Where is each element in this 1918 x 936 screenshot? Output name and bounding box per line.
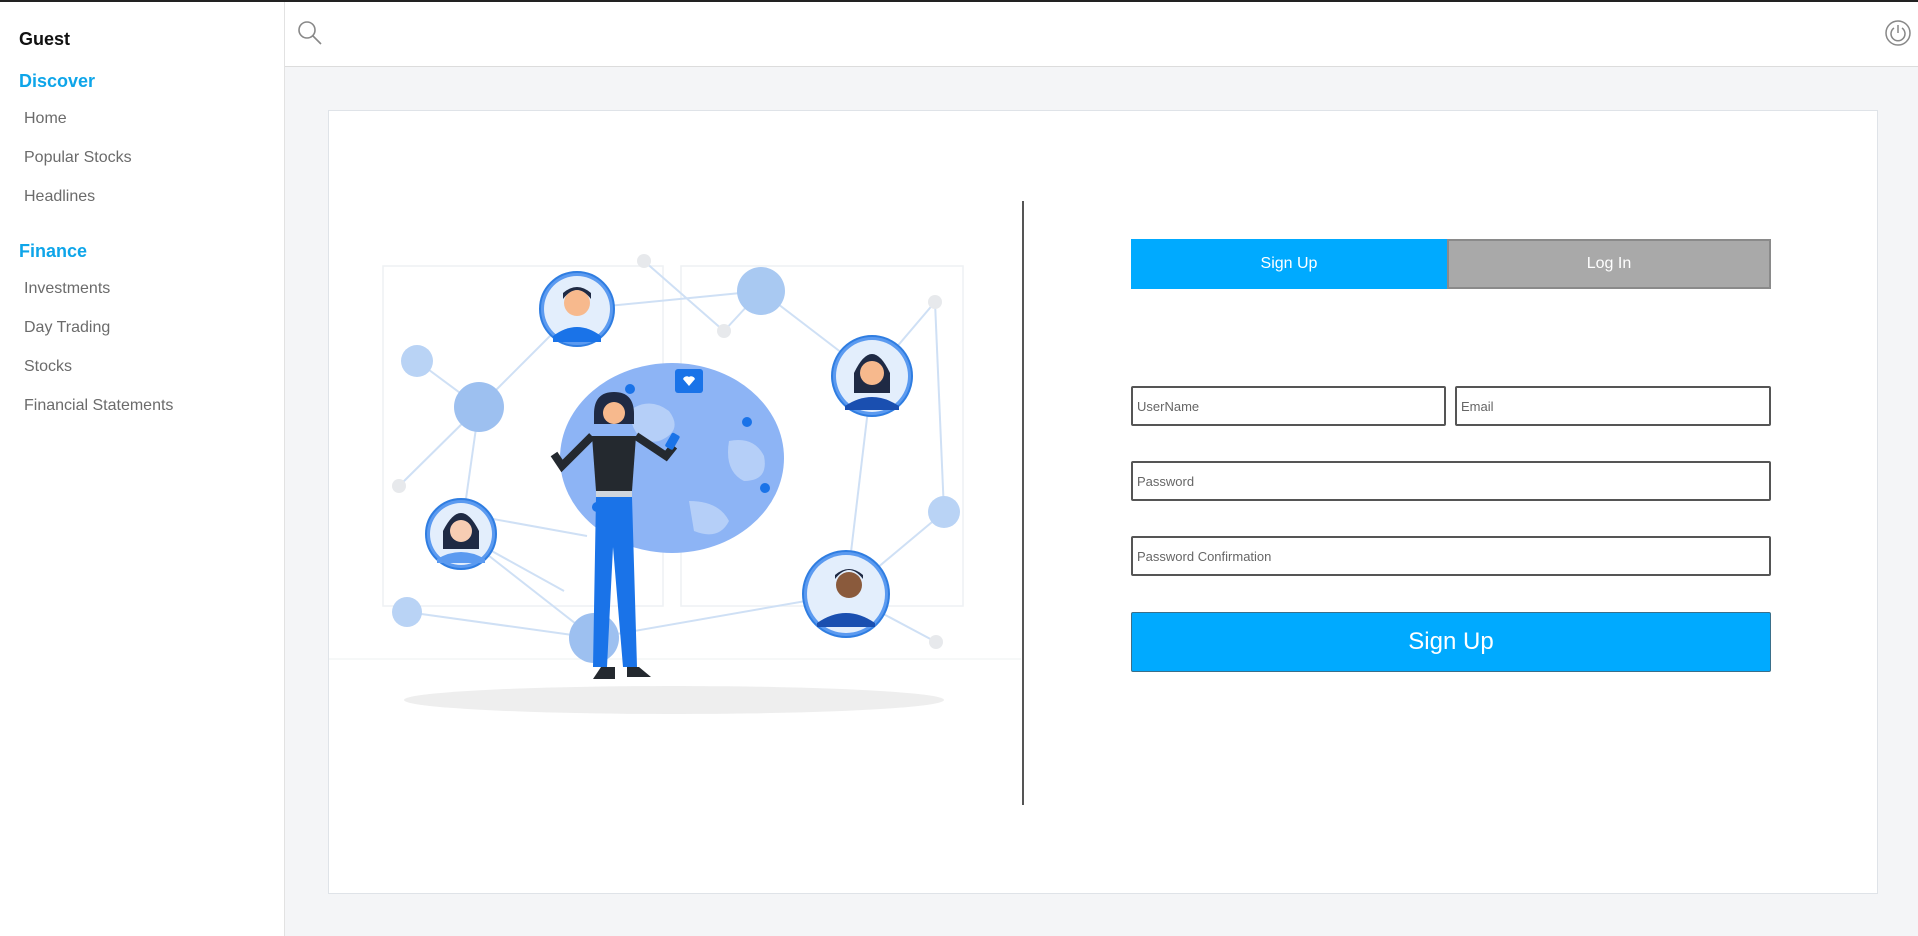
sidebar-item-investments[interactable]: Investments xyxy=(24,280,110,298)
tab-log-in[interactable]: Log In xyxy=(1447,239,1771,289)
auth-card: Sign Up Log In Sign Up xyxy=(328,110,1878,894)
password-confirmation-field[interactable] xyxy=(1131,536,1771,576)
sign-up-button[interactable]: Sign Up xyxy=(1131,612,1771,672)
email-field[interactable] xyxy=(1455,386,1771,426)
vertical-divider xyxy=(1022,201,1024,805)
section-discover: Discover xyxy=(19,71,96,91)
top-bar xyxy=(285,2,1918,67)
sidebar-item-day-trading[interactable]: Day Trading xyxy=(24,319,110,337)
power-icon[interactable] xyxy=(1884,19,1912,47)
tab-sign-up[interactable]: Sign Up xyxy=(1131,239,1447,289)
search-icon[interactable] xyxy=(297,20,323,46)
sidebar: Guest Discover Home Popular Stocks Headl… xyxy=(0,2,285,936)
user-name: Guest xyxy=(19,29,71,49)
password-field[interactable] xyxy=(1131,461,1771,501)
sidebar-item-home[interactable]: Home xyxy=(24,110,67,128)
sidebar-item-stocks[interactable]: Stocks xyxy=(24,358,72,376)
sidebar-item-financial-statements[interactable]: Financial Statements xyxy=(24,397,173,415)
sidebar-item-headlines[interactable]: Headlines xyxy=(24,188,95,206)
auth-tabs: Sign Up Log In xyxy=(1131,239,1771,289)
section-finance: Finance xyxy=(19,241,88,261)
people-network-illustration xyxy=(329,254,1021,714)
sidebar-item-popular-stocks[interactable]: Popular Stocks xyxy=(24,149,132,167)
username-field[interactable] xyxy=(1131,386,1446,426)
